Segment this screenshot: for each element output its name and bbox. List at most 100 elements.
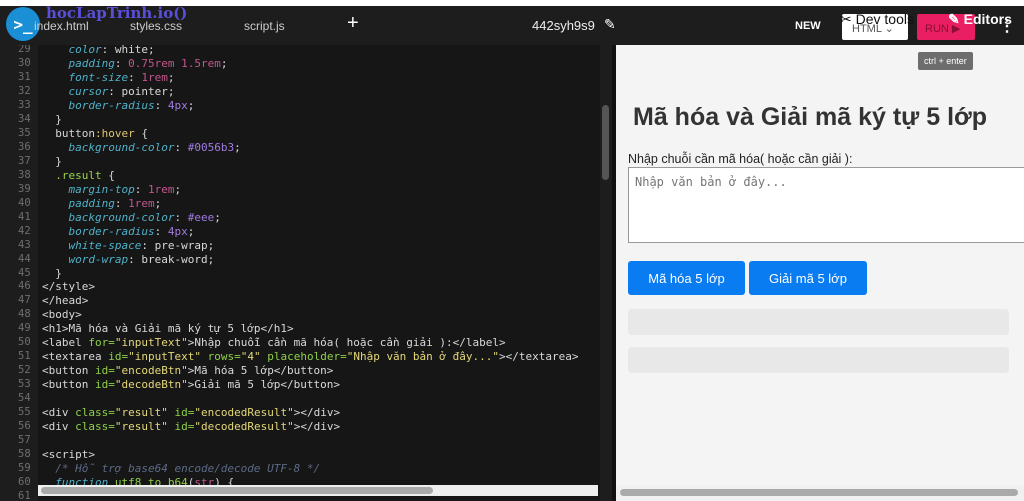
code-line[interactable]: 52 <button id="encodeBtn">Mã hóa 5 lớp</b… [0, 364, 579, 378]
new-button[interactable]: NEW [795, 20, 821, 32]
code-line[interactable]: 43 white-space: pre-wrap; [0, 239, 579, 253]
tab-script-js[interactable]: script.js [244, 19, 285, 33]
more-menu-icon[interactable]: ⋮ [999, 16, 1015, 36]
code-line[interactable]: 33 border-radius: 4px; [0, 99, 579, 113]
editor-vertical-scrollbar[interactable] [600, 45, 612, 501]
code-token: rows= [207, 350, 241, 364]
editor-horizontal-scrollbar[interactable] [38, 485, 598, 496]
code-token: : [141, 238, 155, 252]
code-token: "result" [114, 406, 168, 420]
code-line[interactable]: 51 <textarea id="inputText" rows="4" plac… [0, 350, 579, 364]
code-line[interactable]: 57 [0, 434, 579, 448]
code-token: : [174, 210, 188, 224]
code-token: 1rem [141, 70, 168, 84]
preview-horizontal-scrollbar[interactable] [616, 485, 1024, 501]
decode-button[interactable]: Giải mã 5 lớp [749, 261, 867, 295]
line-number: 38 [18, 168, 31, 181]
code-line[interactable]: 40 padding: 1rem; [0, 197, 579, 211]
code-token: ; [154, 196, 162, 210]
code-token: "result" [114, 420, 168, 434]
code-token: : [174, 140, 188, 154]
code-token: button [42, 126, 95, 140]
code-token: { [134, 126, 148, 140]
tools-icon: ✂ [840, 11, 852, 27]
code-line[interactable]: 56 <div class="result" id="decodedResult"… [0, 420, 579, 434]
code-line[interactable]: 38 .result { [0, 169, 579, 183]
line-code: <h1>Mã hóa và Giải mã ký tự 5 lớp</h1> [38, 322, 294, 336]
input-textarea[interactable] [628, 167, 1024, 243]
code-line[interactable]: 41 background-color: #eee; [0, 211, 579, 225]
code-token: : [128, 252, 142, 266]
code-lines[interactable]: 29 color: white; 30 padding: 0.75rem 1.5r… [0, 45, 579, 501]
code-token: ; [167, 84, 175, 98]
line-number: 51 [18, 350, 31, 363]
code-token: ; [148, 45, 155, 56]
code-token: "decodedResult" [194, 420, 294, 434]
code-line[interactable]: 47 </head> [0, 294, 579, 308]
code-token: : [154, 224, 168, 238]
line-number: 34 [18, 112, 31, 125]
code-line[interactable]: 34 } [0, 113, 579, 127]
line-code: font-size: 1rem; [38, 70, 175, 85]
line-code: </head> [38, 294, 88, 308]
code-line[interactable]: 35 button:hover { [0, 127, 579, 141]
add-tab-button[interactable]: + [347, 12, 359, 35]
dev-tools-button[interactable]: ✂ Dev tools [840, 11, 914, 28]
code-token: <button [42, 378, 95, 392]
code-line[interactable]: 48 <body> [0, 308, 579, 322]
code-line[interactable]: 29 color: white; [0, 45, 579, 57]
code-token: : [154, 98, 168, 112]
code-token: 1rem [147, 182, 175, 196]
code-line[interactable]: 31 font-size: 1rem; [0, 71, 579, 85]
scrollbar-thumb[interactable] [620, 489, 1018, 496]
code-line[interactable]: 37 } [0, 155, 579, 169]
tab-styles-css[interactable]: styles.css [130, 19, 182, 33]
code-line[interactable]: 45 } [0, 267, 579, 281]
line-code: background-color: #0056b3; [38, 141, 241, 155]
line-number: 40 [18, 196, 31, 209]
code-token: ></textarea> [499, 350, 579, 364]
line-number: 31 [18, 70, 31, 83]
line-number: 59 [18, 462, 31, 475]
code-line[interactable]: 53 <button id="decodeBtn">Giải mã 5 lớp</… [0, 378, 579, 392]
code-token: id= [108, 350, 129, 364]
code-token: class= [75, 420, 115, 434]
scrollbar-thumb[interactable] [41, 487, 433, 494]
input-label: Nhập chuỗi cần mã hóa( hoặc cần giải ): [628, 152, 853, 166]
encode-button[interactable]: Mã hóa 5 lớp [628, 261, 745, 295]
code-token: ; [234, 140, 241, 154]
code-token: : [108, 84, 122, 98]
edit-icon: ✎ [948, 11, 960, 27]
code-token: ; [167, 70, 175, 84]
code-line[interactable]: 46 </style> [0, 280, 579, 294]
code-line[interactable]: 59 /* Hỗ trợ base64 encode/decode UTF-8 … [0, 462, 579, 476]
code-line[interactable]: 58 <script> [0, 448, 579, 462]
code-token: padding [68, 196, 115, 210]
tab-index-html[interactable]: index.html [34, 19, 89, 33]
line-code: <div class="result" id="decodedResult"><… [38, 420, 340, 434]
line-code: } [38, 113, 62, 127]
line-number: 33 [18, 98, 31, 111]
code-line[interactable]: 42 border-radius: 4px; [0, 225, 579, 239]
code-line[interactable]: 36 background-color: #0056b3; [0, 141, 579, 155]
line-number: 35 [18, 126, 31, 139]
code-line[interactable]: 54 [0, 392, 579, 406]
code-token: color [68, 45, 102, 56]
code-line[interactable]: 55 <div class="result" id="encodedResult"… [0, 406, 579, 420]
code-line[interactable]: 50 <label for="inputText">Nhập chuỗi cần … [0, 336, 579, 350]
decoded-result [628, 347, 1009, 373]
code-line[interactable]: 30 padding: 0.75rem 1.5rem; [0, 57, 579, 71]
code-token: ; [207, 238, 215, 252]
edit-pencil-icon[interactable]: ✎ [604, 16, 616, 33]
code-line[interactable]: 32 cursor: pointer; [0, 85, 579, 99]
code-token: <body> [42, 308, 82, 322]
code-line[interactable]: 39 margin-top: 1rem; [0, 183, 579, 197]
code-line[interactable]: 49 <h1>Mã hóa và Giải mã ký tự 5 lớp</h1> [0, 322, 579, 336]
code-line[interactable]: 44 word-wrap: break-word; [0, 253, 579, 267]
scrollbar-thumb[interactable] [602, 105, 609, 180]
code-editor[interactable]: 29 color: white; 30 padding: 0.75rem 1.5r… [0, 45, 600, 501]
line-number: 46 [18, 280, 31, 293]
code-token: "4" [240, 350, 261, 364]
